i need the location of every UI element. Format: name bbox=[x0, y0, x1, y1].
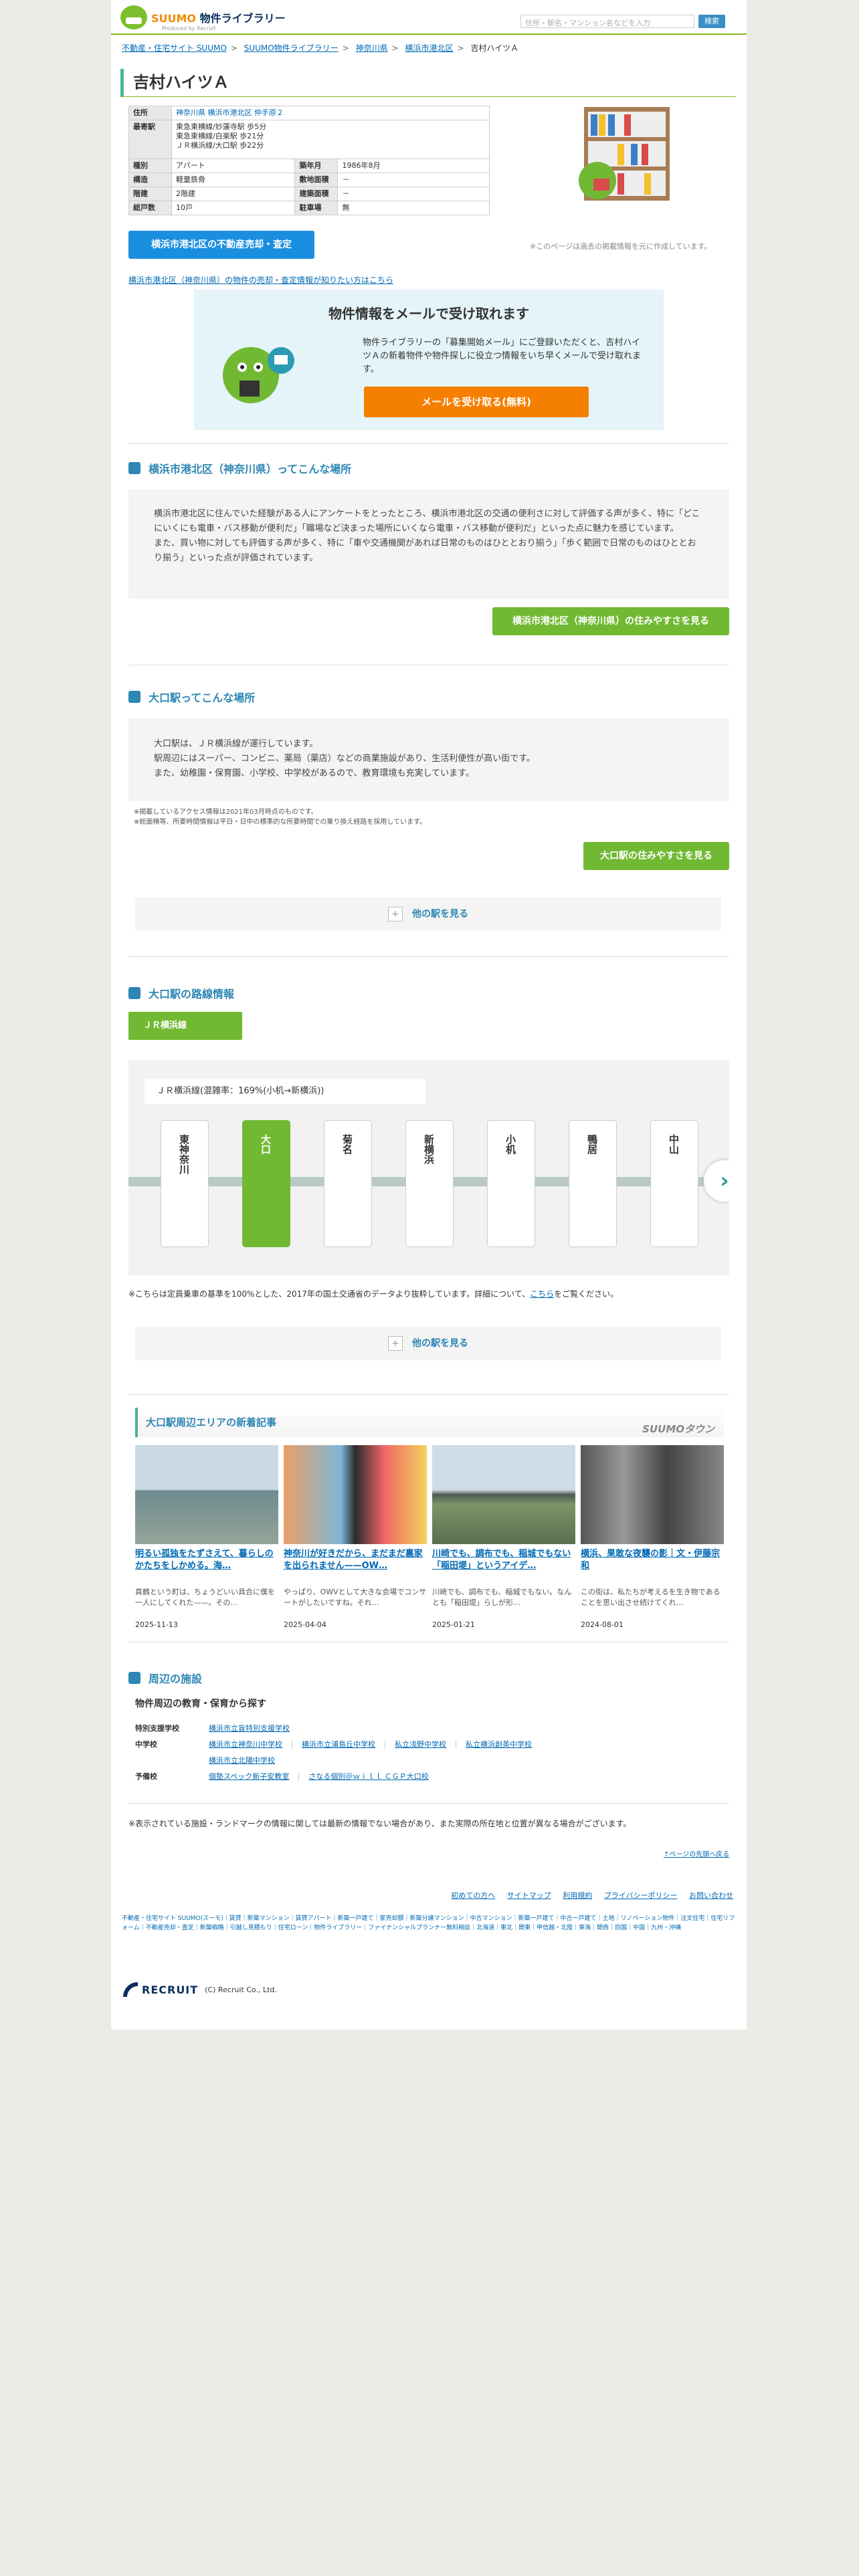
station-livability-button[interactable]: 大口駅の住みやすさを見る bbox=[583, 842, 729, 870]
mail-title: 物件情報をメールで受け取れます bbox=[328, 306, 529, 322]
plus-icon: + bbox=[388, 907, 403, 922]
breadcrumb-item[interactable]: SUUMO物件ライブラリー bbox=[244, 43, 339, 53]
recruit-logo: RECRUIT (C) Recruit Co., Ltd. bbox=[122, 1981, 277, 1998]
article-card[interactable]: 横浜、果敢な夜襲の影｜文・伊藤宗和 この街は、私たちが考えるを生き物であることを… bbox=[581, 1445, 724, 1629]
facility-link[interactable]: 横浜市立盲特別支援学校 bbox=[209, 1724, 299, 1733]
route-heading: 大口駅の路線情報 bbox=[128, 985, 234, 1001]
facility-link[interactable]: 横浜市立神奈川中学校 bbox=[209, 1740, 292, 1749]
page: SUUMO 物件ライブラリー Produced by Recruit 住所・駅名… bbox=[111, 0, 747, 2030]
area-livability-button[interactable]: 横浜市港北区（神奈川県）の住みやすさを見る bbox=[492, 607, 729, 635]
mascot-mail-icon bbox=[223, 347, 294, 403]
station-tile-current[interactable]: 大口 bbox=[242, 1120, 290, 1247]
news-heading: 大口駅周辺エリアの新着記事 SUUMOタウン bbox=[135, 1408, 724, 1437]
sell-appraisal-button[interactable]: 横浜市港北区の不動産売却・査定 bbox=[128, 231, 314, 259]
chevron-right-icon[interactable]: › bbox=[704, 1160, 729, 1202]
map-pin-icon bbox=[128, 1672, 140, 1684]
details-link[interactable]: こちら bbox=[530, 1289, 554, 1299]
station-tile[interactable]: 新横浜 bbox=[405, 1120, 454, 1247]
suumotown-logo[interactable]: SUUMOタウン bbox=[642, 1414, 714, 1444]
property-image-placeholder bbox=[579, 107, 670, 201]
divider bbox=[128, 1394, 729, 1395]
train-icon bbox=[128, 691, 140, 703]
search-input[interactable]: 住所・駅名・マンション名などを入力 bbox=[520, 15, 694, 28]
copyright: (C) Recruit Co., Ltd. bbox=[205, 1985, 277, 1994]
breadcrumb-item[interactable]: 横浜市港北区 bbox=[405, 43, 453, 53]
article-image bbox=[135, 1445, 278, 1544]
facilities-heading: 周辺の施設 bbox=[128, 1670, 202, 1686]
station-notes: ※掲載しているアクセス情報は2021年03月時点のものです。 ※総面積等、所要時… bbox=[134, 809, 427, 826]
suumo-logo[interactable]: SUUMO 物件ライブラリー Produced by Recruit bbox=[120, 5, 286, 31]
facility-link[interactable]: 個塾スペック新子安教室 bbox=[209, 1772, 300, 1781]
mail-subscribe-button[interactable]: メールを受け取る(無料) bbox=[364, 387, 589, 417]
facility-link[interactable]: 私立浅野中学校 bbox=[395, 1740, 456, 1749]
building-icon bbox=[128, 462, 140, 474]
divider bbox=[128, 956, 729, 957]
facility-link[interactable]: さなる個別＠ｗｉｌｌ ＣＧＰ大口校 bbox=[308, 1772, 438, 1781]
article-image bbox=[432, 1445, 575, 1544]
footer-link[interactable]: お問い合わせ bbox=[689, 1891, 733, 1900]
back-to-top-link[interactable]: ↑ページの先頭へ戻る bbox=[664, 1848, 729, 1858]
article-card[interactable]: 川崎でも、調布でも、稲城でもない「稲田堤」というアイデ… 川崎でも、調布でも、稲… bbox=[432, 1445, 575, 1629]
congestion-note: ※こちらは定員乗車の基準を100%とした、2017年の国土交通省のデータより抜粋… bbox=[128, 1289, 619, 1299]
footer-nav: 初めての方へ サイトマップ 利用規約 プライバシーポリシー お問い合わせ bbox=[111, 1890, 733, 1901]
site-header: SUUMO 物件ライブラリー Produced by Recruit 住所・駅名… bbox=[111, 0, 747, 35]
service-name: 物件ライブラリー bbox=[199, 12, 286, 25]
station-tile[interactable]: 菊名 bbox=[324, 1120, 372, 1247]
plus-icon: + bbox=[388, 1336, 403, 1351]
facilities-table: 特別支援学校 横浜市立盲特別支援学校 中学校 横浜市立神奈川中学校 横浜市立浦島丘中学… bbox=[135, 1720, 556, 1784]
facility-link[interactable]: 横浜市立北陽中学校 bbox=[209, 1756, 284, 1765]
footer-site-links[interactable]: 不動産・住宅サイト SUUMO(スーモ)｜賃貸｜新築マンション｜賃貸アパート｜新… bbox=[122, 1914, 737, 1933]
past-listing-note: ※このページは過去の掲載情報を元に作成しています。 bbox=[530, 242, 712, 251]
station-description: 大口駅は、ＪＲ横浜線が運行しています。 駅周辺にはスーパー、コンビニ、薬局（薬店… bbox=[128, 718, 729, 801]
station-tile[interactable]: 小机 bbox=[487, 1120, 535, 1247]
sell-info-link[interactable]: 横浜市港北区（神奈川県）の物件の売却・査定情報が知りたい方はこちら bbox=[128, 274, 393, 286]
footer-link[interactable]: プライバシーポリシー bbox=[604, 1891, 678, 1900]
route-diagram: ＪＲ横浜線(混雑率：169%(小机→新横浜)) 東神奈川 大口 菊名 新横浜 小… bbox=[128, 1060, 729, 1275]
search-button[interactable]: 検索 bbox=[698, 15, 725, 28]
footer-link[interactable]: 利用規約 bbox=[563, 1891, 592, 1900]
facility-link[interactable]: 横浜市立浦島丘中学校 bbox=[302, 1740, 385, 1749]
facility-link[interactable]: 私立横浜創英中学校 bbox=[466, 1740, 541, 1749]
other-stations-button[interactable]: + 他の駅を見る bbox=[135, 1327, 721, 1360]
suumo-mascot-icon bbox=[120, 5, 147, 29]
divider bbox=[128, 1803, 729, 1804]
other-stations-button[interactable]: + 他の駅を見る bbox=[135, 897, 721, 931]
divider bbox=[128, 443, 729, 444]
area-description: 横浜市港北区に住んでいた経験がある人にアンケートをとったところ、横浜市港北区の交… bbox=[128, 490, 729, 599]
property-spec-table: 住所 神奈川県 横浜市港北区 仲手原２ 最寄駅 東急東横線/妙蓮寺駅 歩5分 東急東… bbox=[128, 106, 490, 215]
mail-signup-box: 物件情報をメールで受け取れます 物件ライブラリーの「募集開始メール」にご登録いた… bbox=[194, 290, 664, 430]
recruit-mark-icon bbox=[123, 1982, 138, 1997]
breadcrumb-current: 吉村ハイツＡ bbox=[470, 43, 519, 53]
footer-link[interactable]: サイトマップ bbox=[507, 1891, 551, 1900]
facilities-subheading: 物件周辺の教育・保育から探す bbox=[135, 1699, 266, 1709]
station-heading: 大口駅ってこんな場所 bbox=[128, 689, 255, 705]
footer-link[interactable]: 初めての方へ bbox=[451, 1891, 495, 1900]
brand-sub: Produced by Recruit bbox=[162, 25, 216, 31]
tab-jr-yokohama-line[interactable]: ＪＲ横浜線 bbox=[128, 1012, 242, 1040]
area-heading: 横浜市港北区（神奈川県）ってこんな場所 bbox=[128, 460, 351, 476]
station-tile[interactable]: 中山 bbox=[650, 1120, 698, 1247]
article-card[interactable]: 神奈川が好きだから、まだまだ裏家を出られません——OW… やっぱり、OWVとして… bbox=[284, 1445, 427, 1629]
article-image bbox=[581, 1445, 724, 1544]
line-congestion-label: ＪＲ横浜線(混雑率：169%(小机→新横浜)) bbox=[145, 1079, 425, 1104]
page-title: 吉村ハイツＡ bbox=[120, 69, 736, 97]
breadcrumb: 不動産・住宅サイト SUUMO > SUUMO物件ライブラリー > 神奈川県 > 横浜… bbox=[122, 43, 519, 53]
mail-description: 物件ライブラリーの「募集開始メール」にご登録いただくと、吉村ハイツＡの新着物件や… bbox=[363, 338, 642, 374]
breadcrumb-item[interactable]: 不動産・住宅サイト SUUMO bbox=[122, 43, 227, 53]
route-icon bbox=[128, 987, 140, 999]
article-image bbox=[284, 1445, 427, 1544]
article-card[interactable]: 明るい孤独をたずさえて、暮らしのかたちをしかめる。海… 真鶴という町は、ちょうど… bbox=[135, 1445, 278, 1629]
station-tile[interactable]: 東神奈川 bbox=[161, 1120, 209, 1247]
breadcrumb-item[interactable]: 神奈川県 bbox=[356, 43, 388, 53]
station-tile[interactable]: 鴨居 bbox=[569, 1120, 617, 1247]
facilities-note: ※表示されている施設・ランドマークの情報に関しては最新の情報でない場合があり、ま… bbox=[128, 1819, 632, 1828]
